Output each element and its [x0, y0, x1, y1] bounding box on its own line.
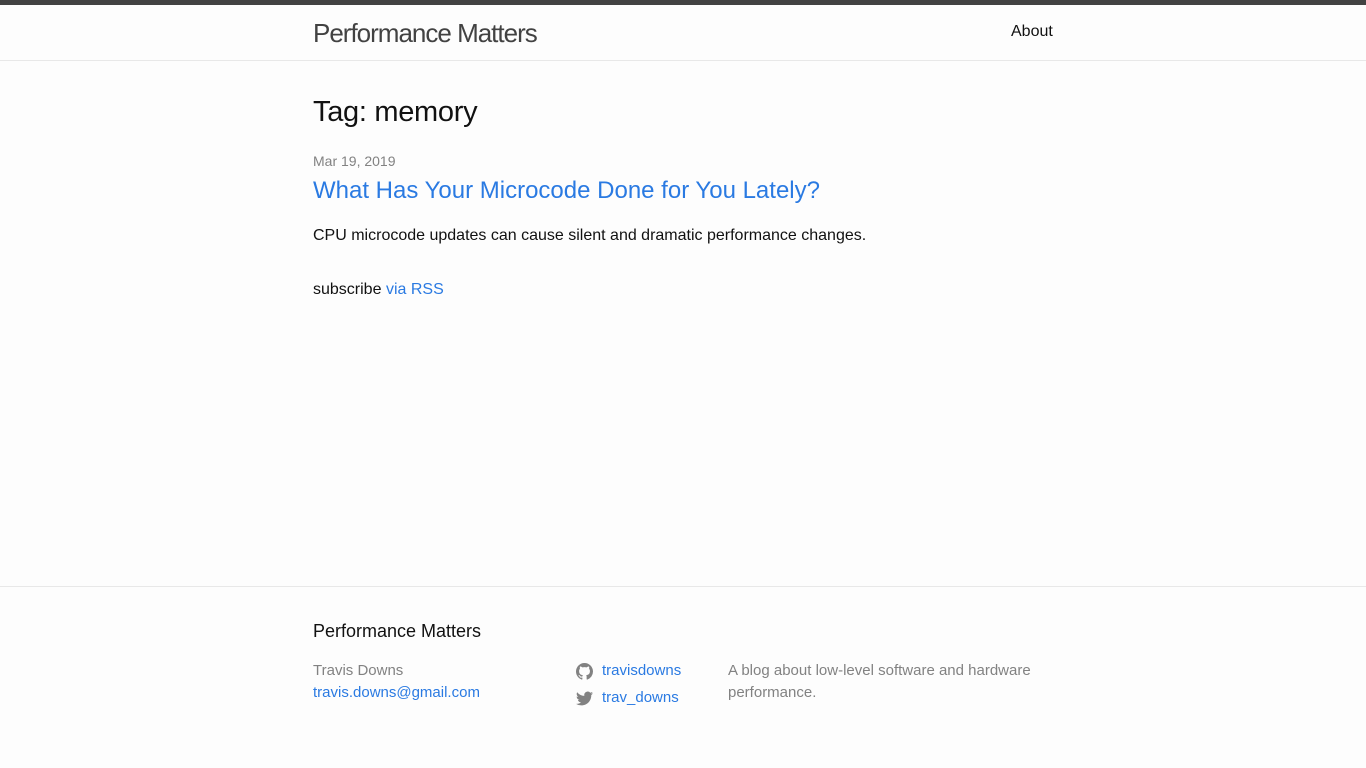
rss-link[interactable]: via RSS: [386, 281, 444, 298]
site-footer: Performance Matters Travis Downs travis.…: [0, 586, 1366, 768]
footer-description: A blog about low-level software and hard…: [728, 662, 1031, 701]
footer-social: travisdowns trav_downs: [576, 660, 681, 714]
twitter-icon[interactable]: [576, 690, 593, 707]
nav-about-link[interactable]: About: [1011, 22, 1053, 42]
footer-author-name: Travis Downs: [313, 662, 404, 679]
footer-email-link[interactable]: travis.downs@gmail.com: [313, 682, 480, 704]
post-date: Mar 19, 2019: [313, 153, 396, 169]
site-header: Performance Matters About: [0, 0, 1366, 61]
footer-contact: Travis Downs travis.downs@gmail.com: [313, 660, 480, 704]
page-title: Tag: memory: [313, 96, 478, 128]
rss-subscribe: subscribe via RSS: [313, 280, 444, 300]
github-icon[interactable]: [576, 662, 593, 680]
github-username-link[interactable]: travisdowns: [602, 660, 681, 682]
twitter-username-link[interactable]: trav_downs: [602, 687, 679, 709]
social-twitter: trav_downs: [576, 687, 681, 709]
site-title-link[interactable]: Performance Matters: [313, 17, 538, 49]
social-github: travisdowns: [576, 660, 681, 682]
footer-title: Performance Matters: [313, 621, 482, 641]
post-title-link[interactable]: What Has Your Microcode Done for You Lat…: [313, 175, 820, 207]
post-excerpt: CPU microcode updates can cause silent a…: [313, 227, 867, 244]
rss-prefix: subscribe: [313, 281, 382, 298]
